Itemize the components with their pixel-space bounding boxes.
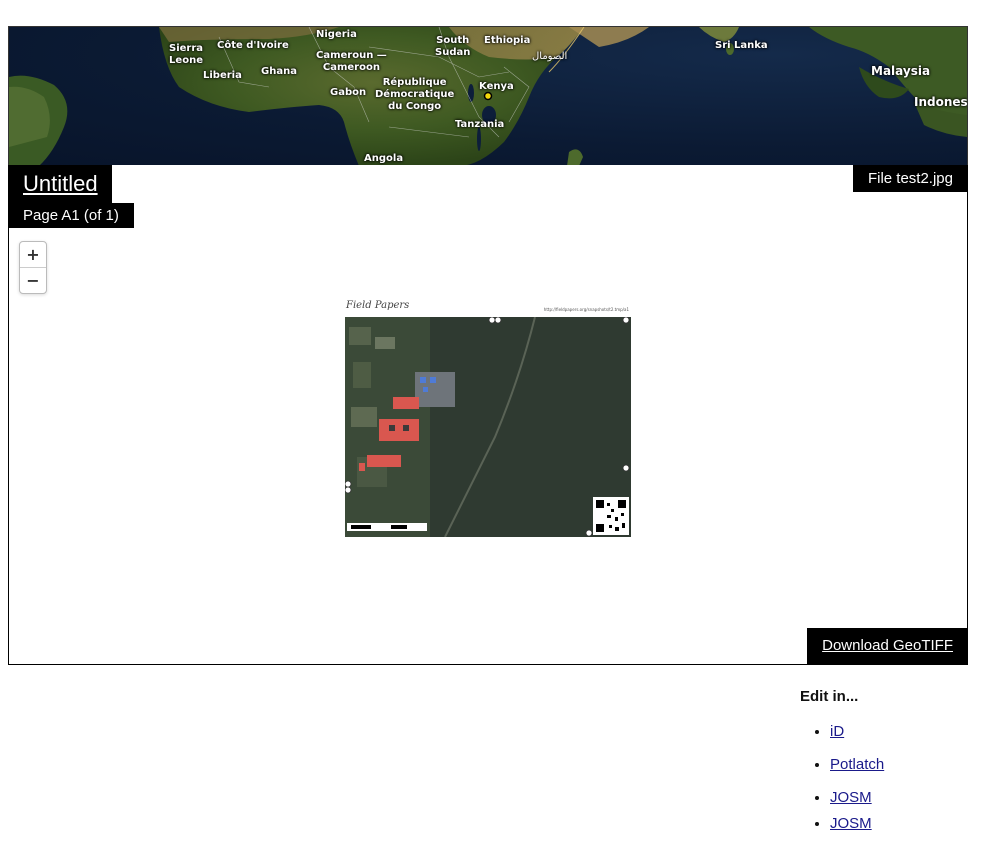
file-label: File test2.jpg [852, 165, 967, 192]
page-label: Page A1 (of 1) [9, 203, 134, 228]
list-item: Potlatch [830, 756, 884, 773]
map-label: Angola [364, 153, 404, 164]
list-item: iD [830, 723, 884, 740]
aerial-photo [345, 317, 631, 537]
map-label: Sierra Leone [169, 43, 204, 66]
print-panel[interactable]: Untitled Page A1 (of 1) File test2.jpg +… [8, 165, 968, 665]
scan-url: http://fieldpapers.org/snapshots/t2.tmp/… [543, 307, 629, 312]
editor-link-potlatch[interactable]: Potlatch [830, 756, 884, 773]
map-label: Nigeria [316, 29, 357, 40]
map-label: Côte d'Ivoire [217, 40, 289, 51]
editor-link-josm-2[interactable]: JOSM [830, 815, 872, 832]
editor-link-josm[interactable]: JOSM [830, 789, 872, 806]
zoom-out-button[interactable]: − [20, 267, 46, 293]
map-label: République Démocratique du Congo [375, 77, 455, 112]
edit-in-heading: Edit in... [800, 688, 859, 705]
map-label: الصومال [532, 51, 568, 62]
overview-map[interactable]: Nigeria Sierra Leone Côte d'Ivoire Ghana… [8, 26, 968, 167]
map-label: Sri Lanka [715, 40, 768, 51]
edit-in-section: Edit in... iD Potlatch JOSM JOSM [800, 688, 884, 832]
list-item: JOSM [830, 815, 884, 832]
map-label: Tanzania [455, 119, 505, 130]
list-item: JOSM [830, 789, 884, 806]
editor-link-id[interactable]: iD [830, 723, 844, 740]
map-label: Cameroun — Cameroon [316, 50, 387, 73]
map-label: Malaysia [871, 64, 931, 78]
map-label: Gabon [330, 87, 367, 98]
location-marker-icon[interactable] [483, 91, 493, 101]
map-label: South Sudan [435, 35, 471, 58]
print-title-box: Untitled [9, 165, 112, 204]
map-label: Ghana [261, 66, 297, 77]
map-label: Indones [914, 95, 968, 109]
map-label: Ethiopia [484, 35, 531, 46]
zoom-in-button[interactable]: + [20, 242, 46, 267]
map-label: Liberia [203, 70, 242, 81]
download-geotiff-box: Download GeoTIFF [807, 628, 967, 664]
scan-header: Field Papers http://fieldpapers.org/snap… [345, 299, 631, 317]
download-geotiff-link[interactable]: Download GeoTIFF [822, 637, 953, 654]
zoom-control: + − [19, 241, 47, 294]
scan-brand: Field Papers [346, 300, 410, 311]
editor-list: iD Potlatch JOSM JOSM [800, 723, 884, 832]
print-title[interactable]: Untitled [23, 171, 98, 196]
scanned-print-image[interactable]: Field Papers http://fieldpapers.org/snap… [345, 299, 631, 537]
